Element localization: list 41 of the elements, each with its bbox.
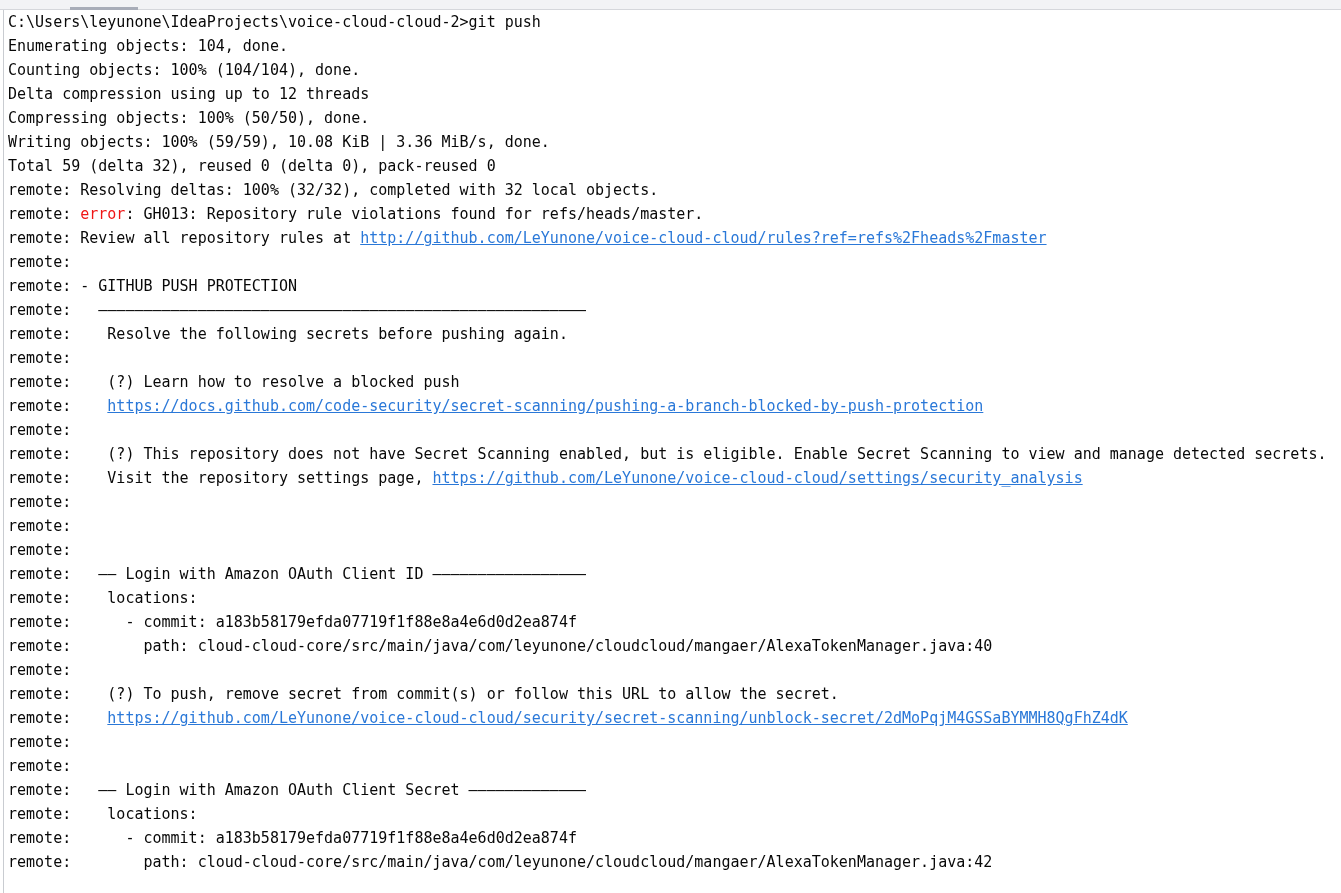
- terminal-line: remote: (?) To push, remove secret from commit(s) or follow this URL to allow the secret.: [8, 684, 840, 705]
- terminal-line: Writing objects: 100% (59/59), 10.08 KiB | 3.36 MiB/s, done.: [8, 132, 551, 153]
- terminal-line: remote:: [8, 540, 73, 561]
- url-link[interactable]: http://github.com/LeYunone/voice-cloud-cloud/rules?ref=refs%2Fheads%2Fmaster: [360, 229, 1047, 247]
- terminal-line: remote: error: GH013: Repository rule violations found for refs/heads/master.: [8, 204, 705, 225]
- terminal-line: remote: - commit: a183b58179efda07719f1f88e8a4e6d0d2ea874f: [8, 612, 578, 633]
- terminal-text: remote:: [8, 397, 73, 415]
- terminal-line: remote: locations:: [8, 804, 199, 825]
- terminal-line: remote: - commit: a183b58179efda07719f1f88e8a4e6d0d2ea874f: [8, 828, 578, 849]
- terminal-line: Total 59 (delta 32), reused 0 (delta 0), pack-reused 0: [8, 156, 497, 177]
- terminal-line: remote: ——————————————————————————————————————————————————————: [8, 300, 587, 321]
- url-link[interactable]: https://github.com/LeYunone/voice-cloud-cloud/settings/security_analysis: [432, 469, 1083, 487]
- terminal-line: Delta compression using up to 12 threads: [8, 84, 371, 105]
- terminal-line: remote: path: cloud-cloud-core/src/main/java/com/leyunone/cloudcloud/mangaer/AlexaTokenManager.java:42: [8, 852, 994, 873]
- terminal-line: remote:: [8, 756, 73, 777]
- terminal-line: remote: (?) This repository does not have Secret Scanning enabled, but is eligible. Enable Secret Scanning to view and manage detected secrets.: [8, 444, 1328, 465]
- tab-indicator: [70, 7, 138, 10]
- terminal-line: remote:: [8, 732, 73, 753]
- terminal-line: remote: path: cloud-cloud-core/src/main/java/com/leyunone/cloudcloud/mangaer/AlexaTokenManager.java:40: [8, 636, 994, 657]
- terminal-line: remote:: [8, 420, 73, 441]
- url-link[interactable]: https://github.com/LeYunone/voice-cloud-cloud/security/secret-scanning/unblock-secret/2dMoPqjM4GSSaBYMMH8QgFhZ4dK: [107, 709, 1128, 727]
- terminal-text: remote:: [8, 709, 73, 727]
- terminal-text: remote: Review all repository rules at: [8, 229, 353, 247]
- terminal-line: remote:: [8, 660, 73, 681]
- terminal-line: remote: Resolve the following secrets before pushing again.: [8, 324, 569, 345]
- terminal-line: remote:: [8, 252, 73, 273]
- terminal-line: Enumerating objects: 104, done.: [8, 36, 289, 57]
- terminal-line: Counting objects: 100% (104/104), done.: [8, 60, 362, 81]
- terminal-line: remote: Resolving deltas: 100% (32/32), completed with 32 local objects.: [8, 180, 660, 201]
- terminal-line: remote: —— Login with Amazon OAuth Client Secret —————————————: [8, 780, 587, 801]
- terminal-line: remote: - GITHUB PUSH PROTECTION: [8, 276, 298, 297]
- terminal-line: remote:: [8, 492, 73, 513]
- terminal-text: remote: Visit the repository settings page,: [8, 469, 425, 487]
- terminal-line: remote: (?) Learn how to resolve a blocked push: [8, 372, 461, 393]
- url-link[interactable]: https://docs.github.com/code-security/secret-scanning/pushing-a-branch-blocked-by-push-protection: [107, 397, 984, 415]
- terminal-line: remote:: [8, 348, 73, 369]
- terminal-line: C:\Users\leyunone\IdeaProjects\voice-cloud-cloud-2>git push: [8, 12, 542, 33]
- terminal-line: remote:: [8, 516, 73, 537]
- terminal-line: remote: —— Login with Amazon OAuth Client ID —————————————————: [8, 564, 587, 585]
- terminal-line: Compressing objects: 100% (50/50), done.: [8, 108, 371, 129]
- terminal-line: remote: locations:: [8, 588, 199, 609]
